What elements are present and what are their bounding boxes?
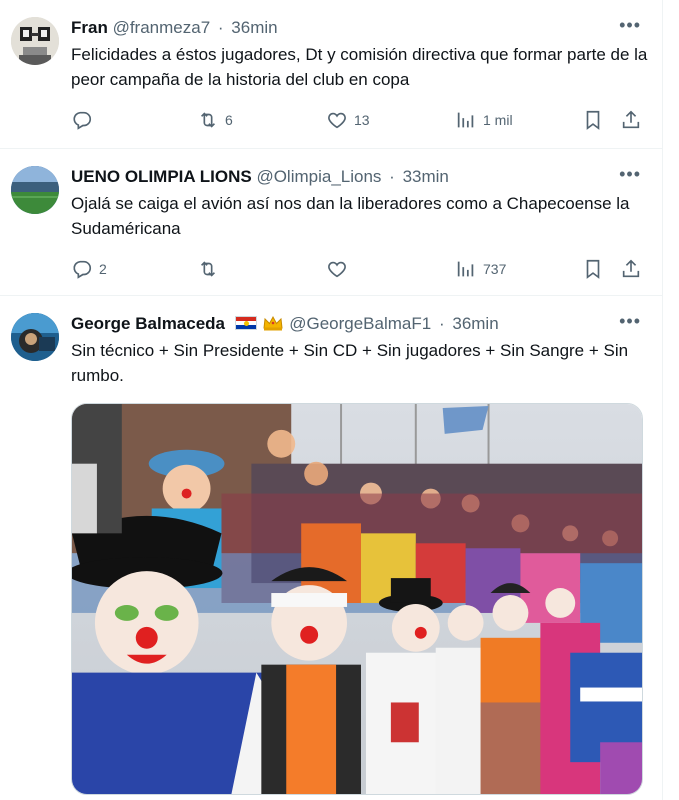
timestamp[interactable]: 33min xyxy=(403,167,449,186)
heart-icon xyxy=(328,261,346,278)
share-icon xyxy=(622,110,640,129)
paraguay-flag-icon xyxy=(234,316,257,330)
author-handle[interactable]: @Olimpia_Lions xyxy=(256,167,381,186)
more-options-icon[interactable]: ••• xyxy=(619,16,641,34)
retweet-button[interactable]: 6 xyxy=(197,108,233,132)
separator: · xyxy=(438,314,445,333)
avatar[interactable] xyxy=(11,17,59,65)
reply-button[interactable]: 2 xyxy=(71,257,107,281)
like-button[interactable] xyxy=(326,257,354,281)
tweet-text: Felicidades a éstos jugadores, Dt y comi… xyxy=(71,45,648,89)
share-icon xyxy=(622,259,640,278)
separator: · xyxy=(389,167,395,186)
tweet-text: Sin técnico + Sin Presidente + Sin CD + … xyxy=(71,341,629,385)
clowns-photo xyxy=(72,404,642,794)
more-options-icon[interactable]: ••• xyxy=(619,312,641,330)
bookmark-button[interactable] xyxy=(582,108,604,132)
bookmark-button[interactable] xyxy=(582,257,604,281)
share-button[interactable] xyxy=(620,257,642,281)
views-count: 737 xyxy=(483,261,507,277)
timeline: Fran @franmeza7 · 36min ••• Felicidades … xyxy=(0,0,663,800)
tweet[interactable]: UENO OLIMPIA LIONS @Olimpia_Lions · 33mi… xyxy=(0,149,663,296)
tweet-text: Ojalá se caiga el avión así nos dan la l… xyxy=(71,194,630,238)
timestamp[interactable]: 36min xyxy=(231,18,277,37)
author-name[interactable]: Fran xyxy=(71,18,108,37)
tweet-actions: 6 13 1 mil xyxy=(71,108,646,132)
tweet-actions: 2 737 xyxy=(71,257,646,281)
tweet-header: Fran @franmeza7 · 36min xyxy=(71,17,278,39)
tweet-header: George Balmaceda @GeorgeBalmaF1 · 36min xyxy=(71,313,499,335)
reply-count: 2 xyxy=(99,261,107,277)
avatar[interactable] xyxy=(11,313,59,361)
reply-icon xyxy=(73,111,92,130)
views-icon xyxy=(457,261,474,277)
reply-button[interactable] xyxy=(71,108,99,132)
views-icon xyxy=(457,112,474,128)
heart-icon xyxy=(328,112,346,129)
views-button[interactable]: 737 xyxy=(455,257,506,281)
tweet-header: UENO OLIMPIA LIONS @Olimpia_Lions · 33mi… xyxy=(71,166,449,188)
like-button[interactable]: 13 xyxy=(326,108,370,132)
bookmark-icon xyxy=(586,110,600,130)
author-handle[interactable]: @GeorgeBalmaF1 xyxy=(289,314,431,333)
retweet-button[interactable] xyxy=(197,257,225,281)
avatar[interactable] xyxy=(11,166,59,214)
retweet-icon xyxy=(200,261,216,277)
crown-icon xyxy=(263,315,284,331)
views-button[interactable]: 1 mil xyxy=(455,108,513,132)
tweet-photo[interactable] xyxy=(71,403,643,795)
tweet[interactable]: Fran @franmeza7 · 36min ••• Felicidades … xyxy=(0,0,663,149)
author-name[interactable]: UENO OLIMPIA LIONS xyxy=(71,167,252,186)
tweet[interactable]: George Balmaceda @GeorgeBalmaF1 · 36min … xyxy=(0,296,663,800)
separator: · xyxy=(217,18,224,37)
like-count: 13 xyxy=(354,112,370,128)
reply-icon xyxy=(73,260,92,279)
timestamp[interactable]: 36min xyxy=(452,314,498,333)
author-name[interactable]: George Balmaceda xyxy=(71,314,225,333)
retweet-count: 6 xyxy=(225,112,233,128)
share-button[interactable] xyxy=(620,108,642,132)
author-handle[interactable]: @franmeza7 xyxy=(113,18,211,37)
more-options-icon[interactable]: ••• xyxy=(619,165,641,183)
bookmark-icon xyxy=(586,259,600,279)
views-count: 1 mil xyxy=(483,112,513,128)
retweet-icon xyxy=(200,112,216,128)
